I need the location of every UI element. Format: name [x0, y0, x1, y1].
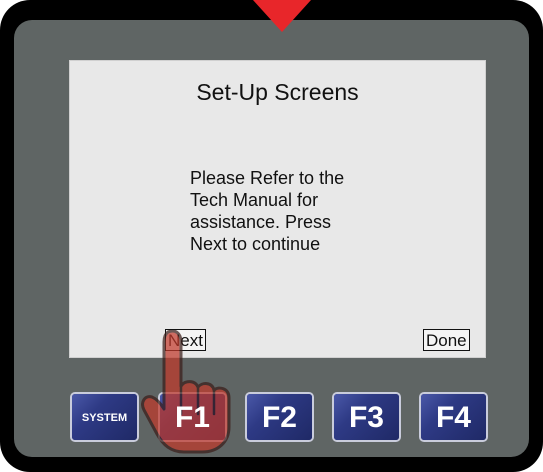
done-button[interactable]: Done [423, 329, 470, 351]
message-line: Please Refer to the [190, 168, 345, 188]
device-stage: Set-Up Screens Please Refer to the Tech … [0, 0, 543, 472]
message-line: assistance. Press [190, 212, 332, 232]
f4-key-label: F4 [435, 401, 471, 434]
message-line: Tech Manual for [190, 190, 319, 210]
system-key-label: SYSTEM [81, 412, 128, 424]
f4-key[interactable]: F4 [419, 392, 488, 442]
f3-key-label: F3 [348, 401, 384, 434]
system-key[interactable]: SYSTEM [70, 392, 139, 442]
f2-key[interactable]: F2 [245, 392, 314, 442]
f2-key-label: F2 [261, 401, 297, 434]
f1-key-label: F1 [174, 401, 210, 434]
message-line: Next to continue [190, 234, 321, 254]
next-button[interactable]: Next [165, 329, 206, 351]
display-screen: Set-Up Screens Please Refer to the Tech … [69, 60, 486, 358]
screen-title: Set-Up Screens [196, 79, 359, 105]
f1-key[interactable]: F1 [158, 392, 227, 442]
down-arrow-icon [253, 0, 311, 32]
instruction-message: Please Refer to the Tech Manual for assi… [190, 167, 420, 255]
f3-key[interactable]: F3 [332, 392, 401, 442]
